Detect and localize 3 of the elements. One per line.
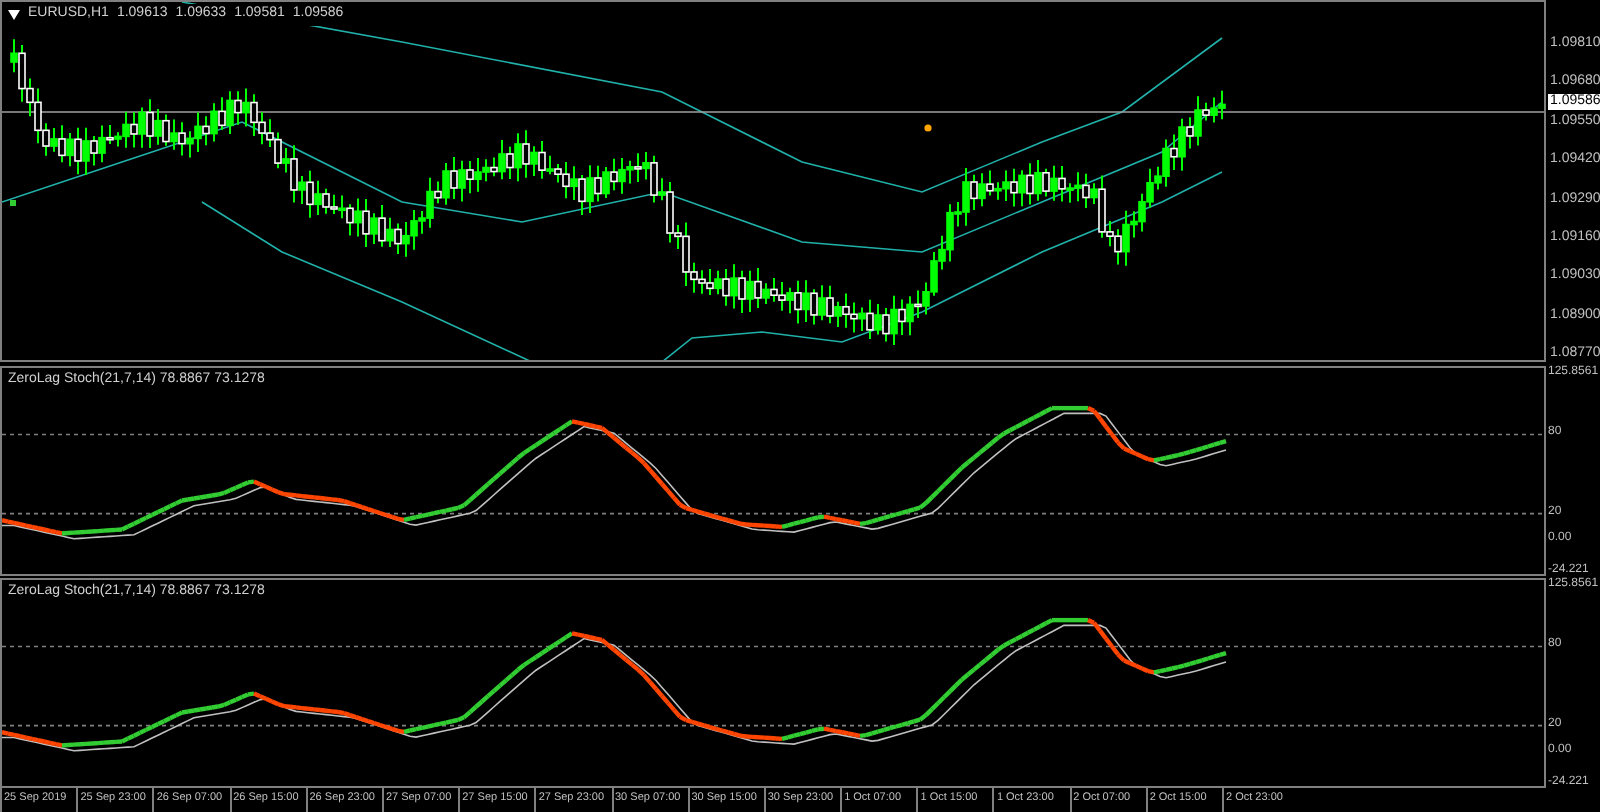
- square-marker-icon: [10, 200, 16, 206]
- dropdown-triangle-icon[interactable]: [8, 9, 20, 20]
- dot-marker-icon: [924, 124, 932, 132]
